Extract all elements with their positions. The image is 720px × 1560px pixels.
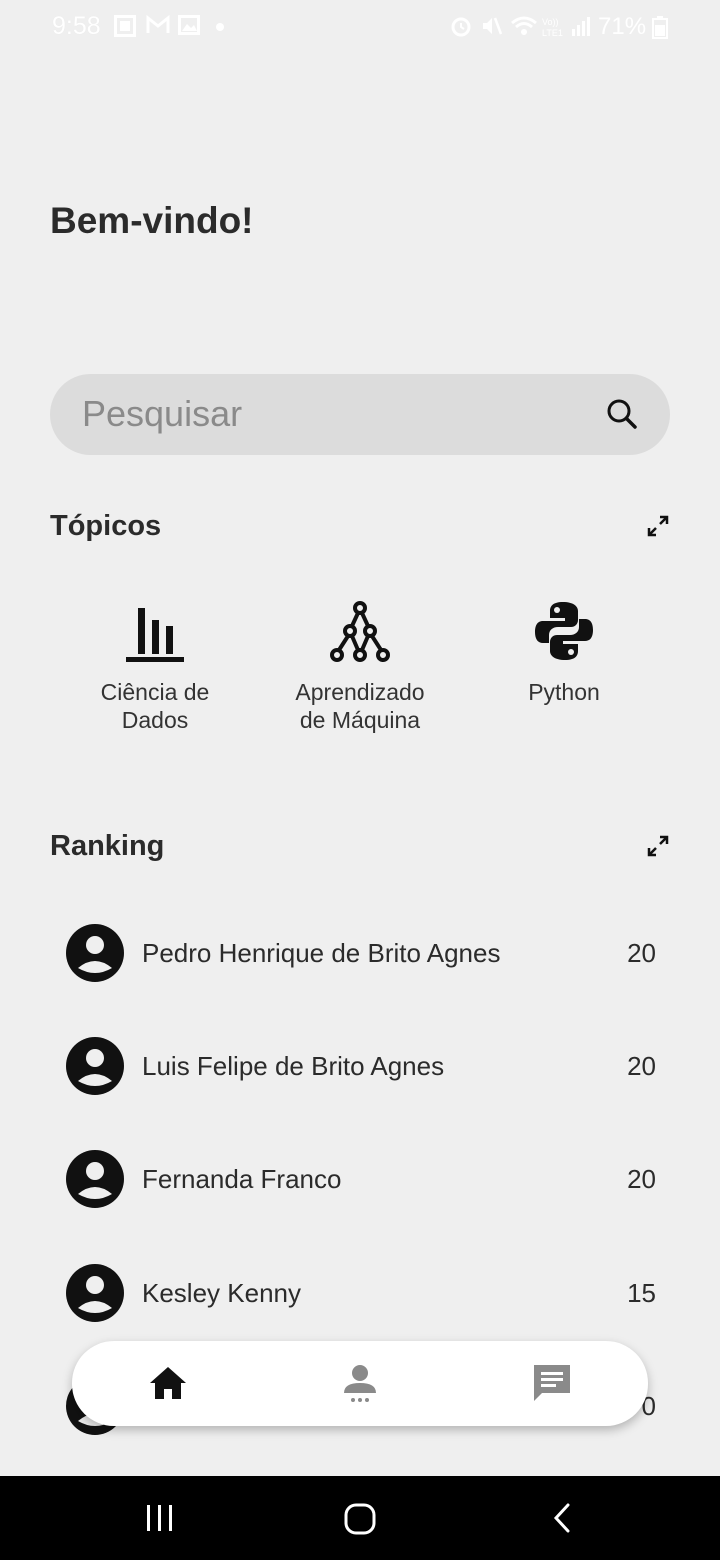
ranking-score: 20 xyxy=(627,938,656,968)
avatar-icon xyxy=(66,924,124,982)
topics-expand-icon[interactable] xyxy=(646,514,670,538)
svg-text:LTE1: LTE1 xyxy=(542,28,563,38)
topic-data-science[interactable]: Ciência de Dados xyxy=(65,600,245,734)
bottom-tab-bar xyxy=(72,1341,648,1426)
recent-apps-icon[interactable] xyxy=(144,1502,176,1534)
mute-icon xyxy=(483,17,502,35)
person-icon[interactable] xyxy=(338,1361,382,1405)
topic-python[interactable]: Python xyxy=(474,600,654,706)
search-input[interactable] xyxy=(82,392,582,436)
topic-label: Ciência de Dados xyxy=(100,679,210,733)
status-time: 9:58 xyxy=(52,12,101,40)
battery-percentage: 71% xyxy=(598,13,647,40)
ranking-row[interactable]: Fernanda Franco 20 xyxy=(66,1150,658,1210)
ranking-score: 15 xyxy=(627,1278,656,1308)
volte-icon: Vo)) LTE1 xyxy=(542,17,563,38)
ranking-row[interactable]: Luis Felipe de Brito Agnes 20 xyxy=(66,1037,658,1097)
python-logo-icon xyxy=(535,602,593,660)
topic-machine-learning[interactable]: Aprendizado de Máquina xyxy=(270,600,450,734)
search-bar[interactable] xyxy=(50,374,670,455)
ranking-score: 20 xyxy=(627,1164,656,1194)
tree-graph-icon xyxy=(330,601,390,662)
svg-text:Vo)): Vo)) xyxy=(542,17,559,27)
topics-title: Tópicos xyxy=(50,510,162,542)
avatar-icon xyxy=(66,1150,124,1208)
battery-icon xyxy=(652,16,668,39)
ranking-title: Ranking xyxy=(50,830,165,862)
avatar-icon xyxy=(66,1264,124,1322)
ranking-name: Luis Felipe de Brito Agnes xyxy=(142,1051,445,1081)
avatar-icon xyxy=(66,1037,124,1095)
ranking-name: Pedro Henrique de Brito Agnes xyxy=(142,938,501,968)
alarm-icon xyxy=(451,17,471,37)
ranking-score: 20 xyxy=(627,1051,656,1081)
ranking-name: Kesley Kenny xyxy=(142,1278,301,1308)
chat-icon[interactable] xyxy=(530,1361,574,1405)
ranking-row[interactable]: Kesley Kenny 15 xyxy=(66,1264,658,1324)
greeting-title: Bem-vindo! xyxy=(50,200,254,241)
search-icon[interactable] xyxy=(606,398,638,430)
home-icon[interactable] xyxy=(146,1361,190,1405)
screenshot-icon xyxy=(114,15,136,37)
wifi-icon xyxy=(511,16,537,35)
home-nav-icon[interactable] xyxy=(343,1502,377,1536)
gmail-icon xyxy=(146,15,170,33)
back-icon[interactable] xyxy=(548,1502,578,1534)
ranking-expand-icon[interactable] xyxy=(646,834,670,858)
status-bar: 9:58 Vo)) LTE1 71% xyxy=(0,0,720,56)
bar-chart-icon xyxy=(126,608,184,662)
topic-label: Python xyxy=(528,679,600,705)
ranking-row[interactable]: Pedro Henrique de Brito Agnes 20 xyxy=(66,924,658,984)
topic-label: Aprendizado de Máquina xyxy=(295,679,425,733)
gallery-icon xyxy=(178,15,200,35)
ranking-name: Fernanda Franco xyxy=(142,1164,342,1194)
signal-icon xyxy=(572,17,590,36)
dot-icon xyxy=(216,23,224,31)
system-nav-bar xyxy=(0,1476,720,1560)
